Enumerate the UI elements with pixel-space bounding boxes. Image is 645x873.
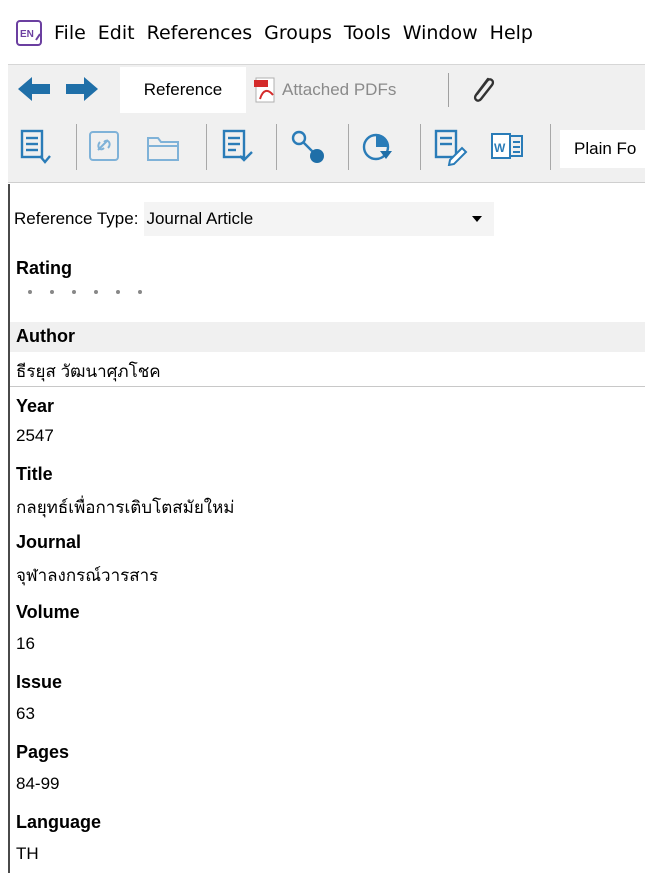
reference-tab-bar: Reference Attached PDFs — [8, 64, 645, 116]
reference-type-row: Reference Type: Journal Article — [14, 202, 495, 236]
pdf-icon — [254, 77, 278, 103]
divider — [276, 124, 277, 170]
field-label-journal: Journal — [16, 532, 82, 552]
divider — [448, 73, 449, 107]
back-arrow-icon[interactable] — [16, 75, 52, 103]
menu-references[interactable]: References — [147, 22, 253, 44]
tab-attached-pdfs-label: Attached PDFs — [282, 80, 397, 99]
forward-arrow-icon[interactable] — [64, 75, 100, 103]
open-link-icon[interactable] — [86, 128, 122, 166]
field-label-issue: Issue — [16, 672, 63, 692]
svg-text:W: W — [494, 141, 506, 155]
divider — [550, 124, 551, 170]
rating-stars[interactable] — [28, 290, 142, 294]
open-folder-icon[interactable] — [146, 128, 182, 166]
tab-reference[interactable]: Reference — [120, 67, 246, 113]
tab-attached-pdfs[interactable]: Attached PDFs — [254, 75, 396, 105]
insert-citation-icon[interactable] — [16, 128, 52, 166]
divider — [76, 124, 77, 170]
rating-dot[interactable] — [28, 290, 32, 294]
rating-dot[interactable] — [138, 290, 142, 294]
field-label-volume: Volume — [16, 602, 80, 622]
field-value-issue[interactable]: 63 — [16, 704, 35, 724]
menu-file[interactable]: File — [54, 22, 86, 44]
rating-dot[interactable] — [50, 290, 54, 294]
find-fulltext-icon[interactable] — [290, 128, 326, 166]
field-value-year[interactable]: 2547 — [16, 426, 54, 446]
field-label-year: Year — [16, 396, 55, 416]
menu-window[interactable]: Window — [403, 22, 478, 44]
field-label-pages: Pages — [16, 742, 70, 762]
output-style-select[interactable]: Plain Fo — [560, 130, 645, 168]
divider — [206, 124, 207, 170]
reference-type-label: Reference Type: — [14, 209, 139, 228]
output-style-value: Plain Fo — [574, 139, 637, 158]
divider — [348, 124, 349, 170]
field-label-author: Author — [16, 326, 75, 346]
menu-bar: EN File Edit References Groups Tools Win… — [0, 12, 645, 54]
divider — [420, 124, 421, 170]
cite-while-you-write-icon[interactable] — [360, 128, 396, 166]
word-icon[interactable]: W — [490, 128, 526, 166]
menu-edit[interactable]: Edit — [98, 22, 135, 44]
endnote-logo-icon[interactable]: EN — [16, 20, 42, 46]
field-value-title[interactable]: กลยุทธ์เพื่อการเติบโตสมัยใหม่ — [16, 494, 235, 521]
rating-dot[interactable] — [72, 290, 76, 294]
reference-type-select[interactable]: Journal Article — [144, 202, 495, 236]
tab-reference-label: Reference — [143, 80, 223, 99]
chevron-down-icon — [472, 216, 483, 222]
menu-tools[interactable]: Tools — [344, 22, 391, 44]
rating-dot[interactable] — [94, 290, 98, 294]
reference-type-value: Journal Article — [146, 209, 254, 228]
field-label-rating: Rating — [16, 258, 72, 278]
field-label-language: Language — [16, 812, 102, 832]
edit-icon[interactable] — [432, 128, 468, 167]
menu-help[interactable]: Help — [490, 22, 533, 44]
menu-groups[interactable]: Groups — [264, 22, 332, 44]
reference-panel: Reference Type: Journal Article Rating A… — [8, 184, 645, 873]
svg-text:EN: EN — [20, 29, 34, 40]
field-value-pages[interactable]: 84-99 — [16, 774, 59, 794]
paperclip-icon[interactable] — [466, 73, 500, 107]
field-value-journal[interactable]: จุฬาลงกรณ์วารสาร — [16, 562, 158, 589]
format-bibliography-icon[interactable] — [218, 128, 254, 166]
field-value-volume[interactable]: 16 — [16, 634, 35, 654]
field-label-title: Title — [16, 464, 53, 484]
field-value-language[interactable]: TH — [16, 844, 39, 864]
rating-dot[interactable] — [116, 290, 120, 294]
author-label-band — [10, 322, 645, 352]
toolbar: W Plain Fo — [8, 114, 645, 183]
field-value-author[interactable]: ธีรยุส วัฒนาศุภโชค — [16, 358, 161, 385]
